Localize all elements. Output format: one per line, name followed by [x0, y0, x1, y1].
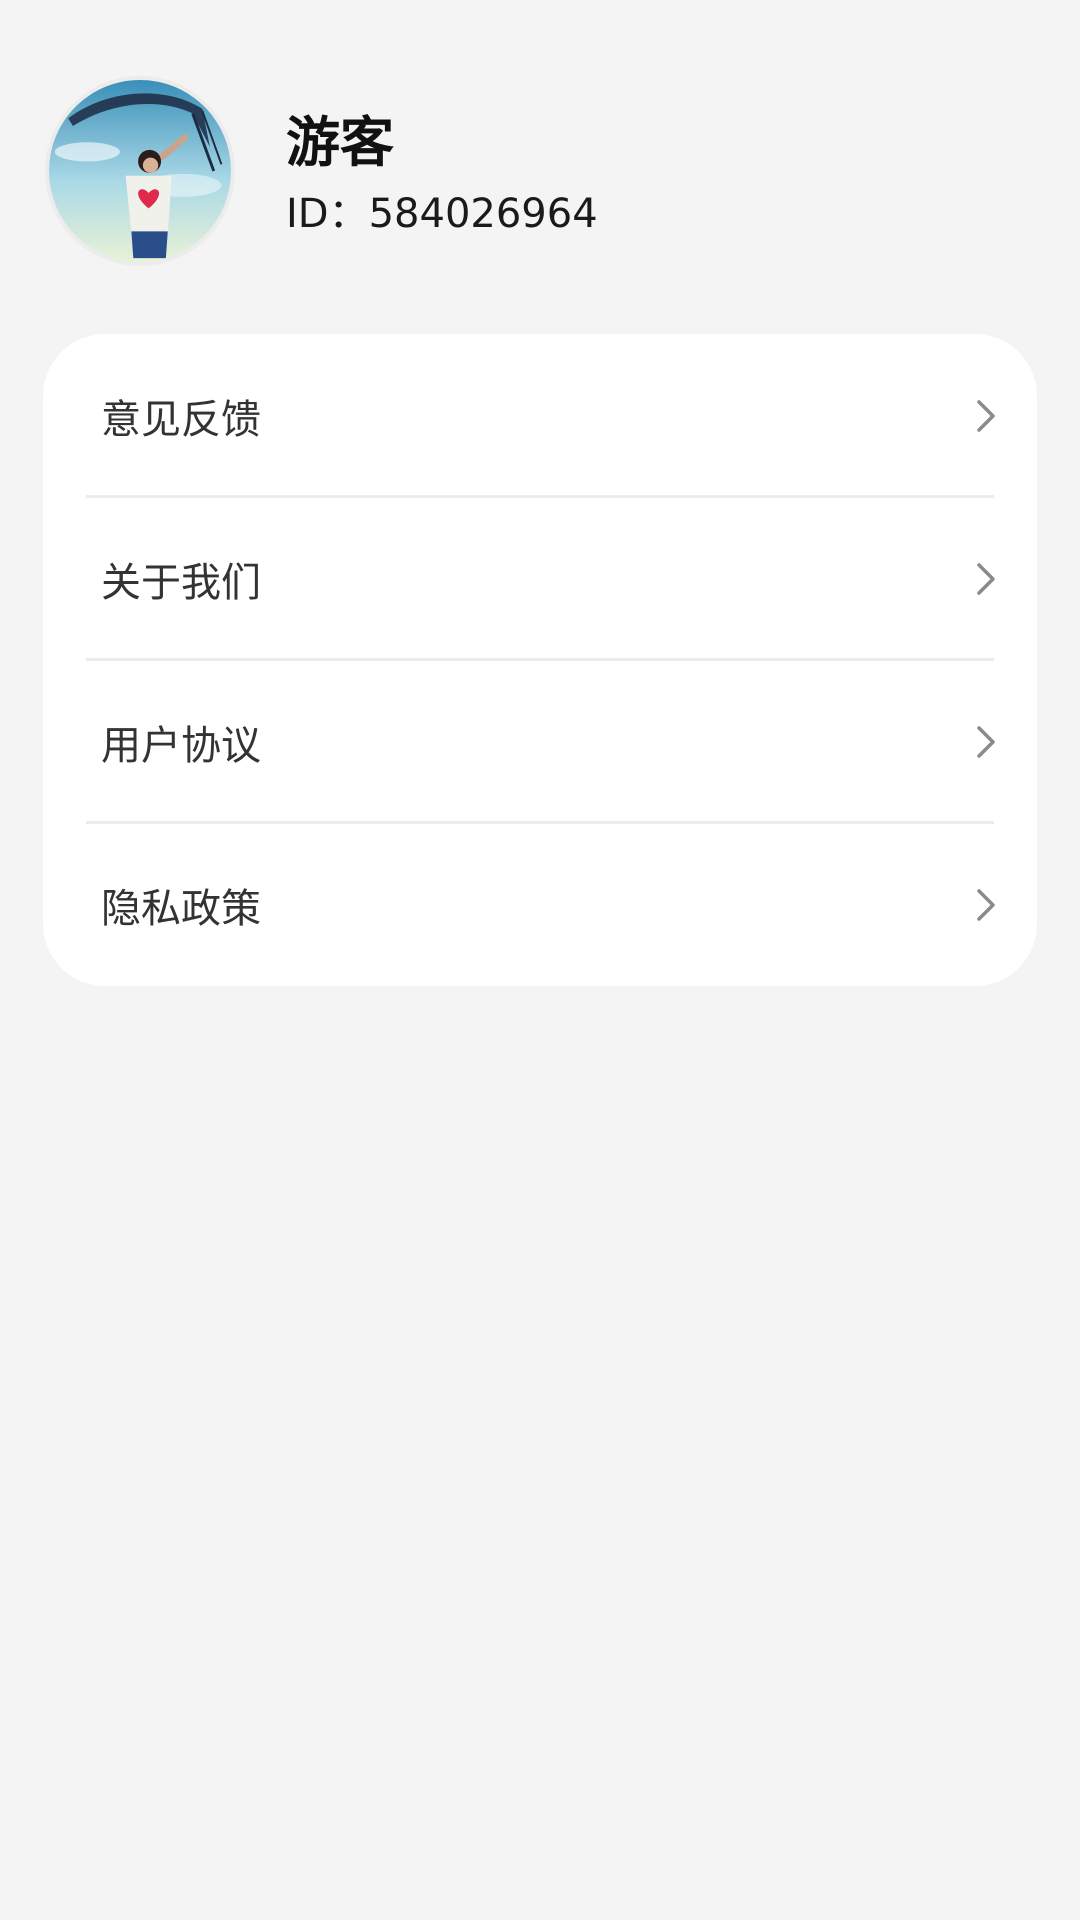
user-name: 游客	[286, 111, 394, 174]
menu-card: 意见反馈 关于我们 用户协议 隐私政策	[43, 334, 1037, 986]
menu-item-label: 隐私政策	[101, 885, 261, 932]
menu-item-label: 用户协议	[101, 722, 261, 769]
profile-header: 游客 ID：584026964	[45, 76, 1035, 271]
menu-item-privacy-policy[interactable]: 隐私政策	[43, 823, 1037, 986]
chevron-right-icon	[977, 725, 995, 758]
menu-item-label: 关于我们	[101, 559, 261, 606]
avatar-image	[49, 80, 231, 262]
chevron-right-icon	[977, 562, 995, 595]
chevron-right-icon	[977, 399, 995, 432]
menu-item-feedback[interactable]: 意见反馈	[43, 334, 1037, 497]
menu-item-label: 意见反馈	[101, 396, 261, 443]
menu-item-user-agreement[interactable]: 用户协议	[43, 660, 1037, 823]
avatar[interactable]	[45, 76, 235, 266]
user-id: ID：584026964	[286, 191, 598, 237]
menu-item-about-us[interactable]: 关于我们	[43, 497, 1037, 660]
chevron-right-icon	[977, 888, 995, 921]
